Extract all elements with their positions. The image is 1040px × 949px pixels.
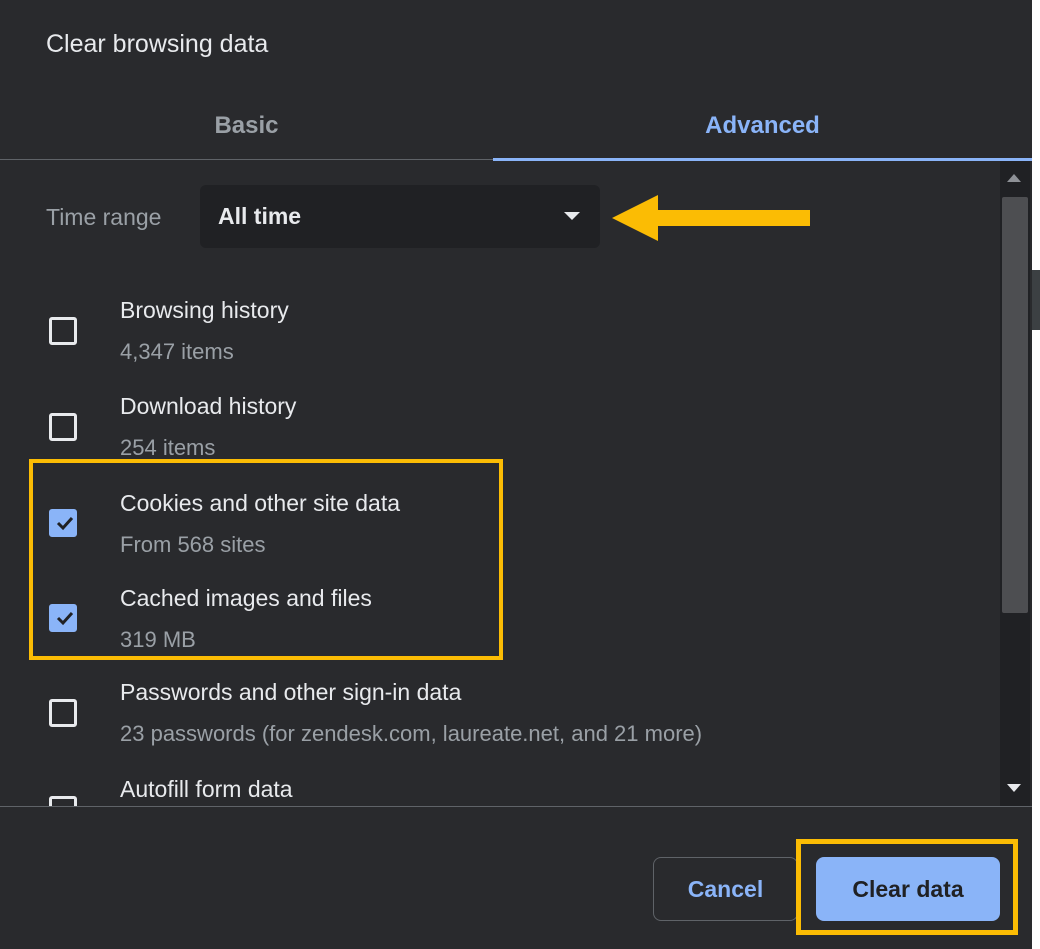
time-range-value: All time <box>218 203 302 229</box>
tab-bar: Basic Advanced <box>0 92 1032 161</box>
dialog-footer: Cancel Clear data <box>0 806 1032 949</box>
list-item-cookies: Cookies and other site data From 568 sit… <box>0 480 1000 576</box>
item-subtitle: 4,347 items <box>120 339 234 364</box>
scroll-content: Time range All time Browsing history 4,3… <box>0 161 1000 806</box>
time-range-dropdown[interactable]: All time <box>200 185 600 248</box>
annotation-arrow-icon <box>612 195 810 241</box>
item-title: Browsing history <box>120 297 289 323</box>
time-range-label: Time range <box>46 204 162 230</box>
list-item-download-history: Download history 254 items <box>0 383 1000 479</box>
item-subtitle: 23 passwords (for zendesk.com, laureate.… <box>120 721 703 746</box>
item-title: Download history <box>120 393 297 419</box>
tab-basic[interactable]: Basic <box>0 92 493 160</box>
browsing-history-checkbox[interactable] <box>49 317 77 345</box>
item-title: Autofill form data <box>120 776 293 802</box>
item-subtitle: 254 items <box>120 435 216 460</box>
cookies-checkbox[interactable] <box>49 509 77 537</box>
item-subtitle: From 568 sites <box>120 532 266 557</box>
cached-files-checkbox[interactable] <box>49 604 77 632</box>
list-item-cached-files: Cached images and files 319 MB <box>0 575 1000 671</box>
scrollbar[interactable] <box>1000 161 1030 806</box>
passwords-checkbox[interactable] <box>49 699 77 727</box>
scroll-up-icon[interactable] <box>1007 174 1021 182</box>
dialog-title: Clear browsing data <box>46 30 269 58</box>
clear-browsing-data-dialog: Clear browsing data Basic Advanced Time … <box>0 0 1032 949</box>
dropdown-arrow-icon <box>564 212 580 220</box>
item-title: Cached images and files <box>120 585 372 611</box>
clear-data-button[interactable]: Clear data <box>816 857 1000 921</box>
list-item-passwords: Passwords and other sign-in data 23 pass… <box>0 669 1000 765</box>
item-subtitle: 319 MB <box>120 627 196 652</box>
cancel-button[interactable]: Cancel <box>653 857 798 921</box>
window-edge-scrollbar <box>1032 270 1040 330</box>
scrollbar-thumb[interactable] <box>1002 197 1028 613</box>
tab-advanced[interactable]: Advanced <box>493 92 1032 161</box>
scroll-down-icon[interactable] <box>1007 784 1021 792</box>
checkmark-icon <box>56 516 74 531</box>
list-item-browsing-history: Browsing history 4,347 items <box>0 287 1000 383</box>
item-title: Cookies and other site data <box>120 490 401 516</box>
checkmark-icon <box>56 611 74 626</box>
autofill-checkbox[interactable] <box>49 796 77 806</box>
item-title: Passwords and other sign-in data <box>120 679 462 705</box>
list-item-autofill: Autofill form data <box>0 766 1000 806</box>
download-history-checkbox[interactable] <box>49 413 77 441</box>
